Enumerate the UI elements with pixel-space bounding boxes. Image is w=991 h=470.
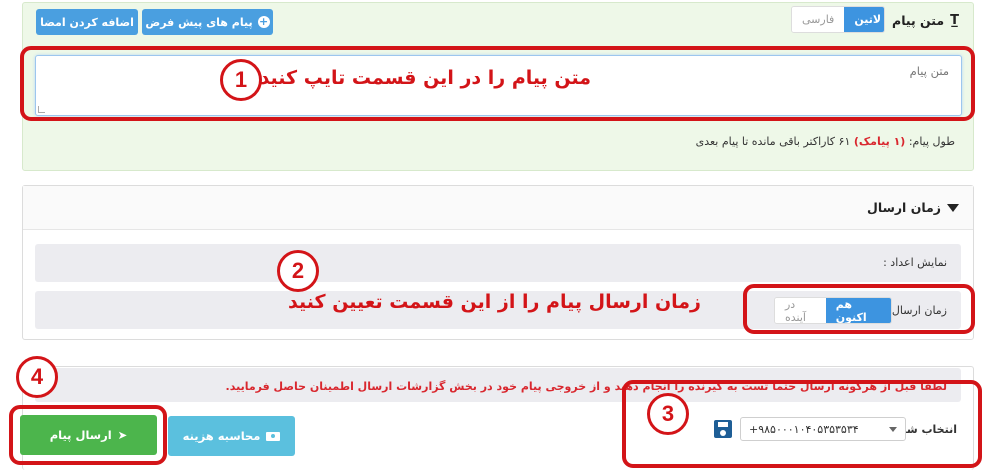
- digits-row: نمایش اعداد :: [35, 244, 961, 282]
- annotation-box-2: [743, 284, 975, 334]
- digits-option-latin[interactable]: لاتین: [844, 7, 884, 32]
- text-format-icon: T̲: [950, 13, 959, 28]
- annotation-number-1: 1: [220, 59, 262, 101]
- schedule-panel-header-bar: [23, 186, 973, 230]
- money-icon: [266, 431, 281, 441]
- annotation-box-4: [9, 405, 167, 465]
- annotation-number-2: 2: [277, 250, 319, 292]
- annotation-text-1: متن پیام را در این قسمت تایپ کنید: [259, 67, 591, 89]
- schedule-panel-title: زمان ارسال: [867, 200, 941, 215]
- schedule-panel-header: زمان ارسال: [867, 200, 959, 215]
- annotation-number-4: 4: [16, 356, 58, 398]
- annotation-number-3: 3: [647, 393, 689, 435]
- digits-option-persian[interactable]: فارسی: [792, 7, 845, 32]
- add-signature-button[interactable]: اضافه کردن امضا: [36, 9, 138, 35]
- annotation-text-2: زمان ارسال پیام را از این قسمت تعیین کنی…: [288, 291, 701, 313]
- default-messages-button[interactable]: + پیام های پیش فرض: [142, 9, 273, 35]
- plus-circle-icon: +: [257, 15, 270, 28]
- filter-icon: [947, 203, 959, 212]
- digits-toggle[interactable]: فارسی لاتین: [791, 6, 885, 33]
- digits-label: نمایش اعداد :: [883, 256, 947, 269]
- sms-count: (۱ پیامک): [853, 135, 906, 148]
- message-panel-title: متن پیام: [892, 13, 945, 28]
- calculate-cost-button[interactable]: محاسبه هزینه: [168, 416, 295, 456]
- message-panel-header: T̲ متن پیام: [892, 13, 959, 28]
- message-length-info: طول پیام: (۱ پیامک) ۶۱ کاراکتر باقی ماند…: [695, 135, 955, 148]
